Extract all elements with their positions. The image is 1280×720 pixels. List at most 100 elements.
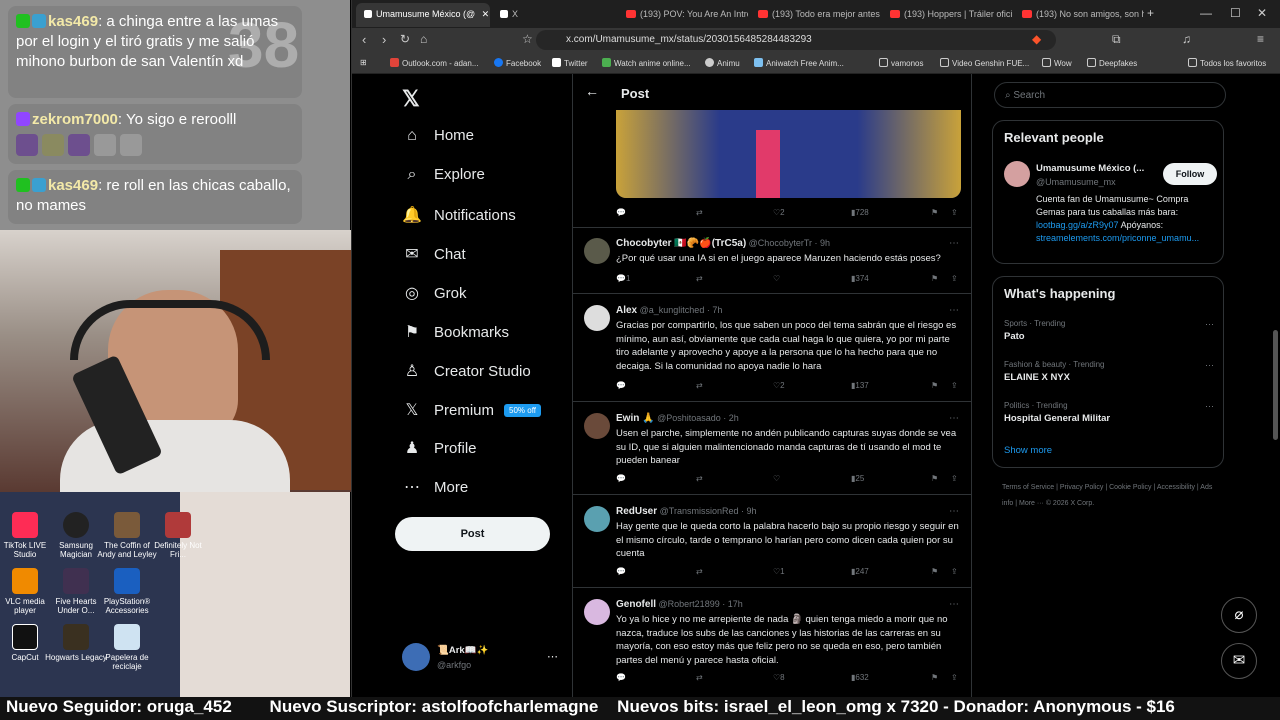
apps-icon[interactable]: ⊞ — [360, 58, 367, 67]
extensions-icon[interactable]: ⧉ — [1112, 32, 1121, 47]
bookmark-icon[interactable]: ⚑ — [931, 673, 938, 682]
bookmark-folder[interactable]: Deepfakes — [1087, 58, 1137, 68]
account-menu-icon[interactable]: ⋯ — [547, 650, 558, 663]
share-icon[interactable]: ⇪ — [951, 208, 958, 217]
share-icon[interactable]: ⇪ — [951, 673, 958, 682]
nav-more[interactable]: ⋯ More — [402, 477, 468, 507]
trend-item[interactable]: Politics · Trending Hospital General Mili… — [1004, 401, 1214, 424]
retweet-icon[interactable]: ⇄ — [696, 208, 703, 217]
more-icon[interactable]: ⋯ — [949, 599, 959, 610]
person-name[interactable]: Umamusume México (... — [1036, 163, 1144, 174]
bookmark-item[interactable]: Twitter — [552, 58, 588, 68]
like-icon[interactable]: ♡ — [773, 474, 780, 483]
desktop-icon[interactable]: PlayStation® Accessories — [96, 568, 158, 615]
nav-premium[interactable]: 𝕏 Premium 50% off — [402, 400, 541, 430]
bookmark-item[interactable]: Watch anime online... — [602, 58, 691, 68]
desktop-icon[interactable]: Definitely Not Fri... — [147, 512, 209, 559]
retweet-icon[interactable]: ⇄ — [696, 673, 703, 682]
share-icon[interactable]: ⇪ — [951, 567, 958, 576]
like-icon[interactable]: ♡ 1 — [773, 567, 785, 576]
bookmark-icon[interactable]: ⚑ — [931, 567, 938, 576]
menu-icon[interactable]: ≡ — [1257, 32, 1264, 46]
tab-youtube-3[interactable]: (193) Hoppers | Tráiler ofici — [882, 3, 1012, 27]
reply-icon[interactable]: 💬 — [616, 567, 626, 576]
bio-link[interactable]: streamelements.com/priconne_umamu... — [1036, 233, 1199, 243]
scrollbar[interactable] — [1273, 330, 1278, 440]
share-icon[interactable]: ⇪ — [951, 474, 958, 483]
reply-icon[interactable]: 💬 — [616, 208, 626, 217]
views-count[interactable]: ▮ 728 — [851, 208, 869, 217]
reload-icon[interactable]: ↻ — [400, 32, 410, 46]
more-icon[interactable]: ⋯ — [949, 413, 959, 424]
nav-explore[interactable]: ⌕ Explore — [402, 166, 485, 196]
close-window-icon[interactable]: ✕ — [1257, 6, 1267, 20]
bookmark-icon[interactable]: ⚑ — [931, 381, 938, 390]
views-count[interactable]: ▮ 25 — [851, 474, 864, 483]
retweet-icon[interactable]: ⇄ — [696, 381, 703, 390]
minimize-icon[interactable]: — — [1200, 6, 1212, 20]
bookmark-icon[interactable]: ⚑ — [931, 274, 938, 283]
desktop-icon[interactable]: Papelera de reciclaje — [96, 624, 158, 671]
like-button[interactable]: ♡ 2 — [773, 208, 785, 217]
views-count[interactable]: ▮ 247 — [851, 567, 869, 576]
more-icon[interactable]: ⋯ — [1205, 360, 1214, 371]
bookmark-folder[interactable]: Todos los favoritos — [1188, 58, 1266, 68]
views-count[interactable]: ▮ 632 — [851, 673, 869, 682]
more-icon[interactable]: ⋯ — [1205, 401, 1214, 412]
reply-tweet[interactable]: Ewin 🙏 @Poshitoasado · 2h ⋯ Usen el parc… — [573, 403, 971, 495]
reply-tweet[interactable]: Chocobyter 🇲🇽🥐🍎(TrC5a) @ChocobyterTr · 9… — [573, 228, 971, 294]
brave-shield-icon[interactable]: ◆ — [1032, 32, 1041, 46]
reply-icon[interactable]: 💬 — [616, 381, 626, 390]
reply-icon[interactable]: 💬 1 — [616, 274, 630, 283]
retweet-icon[interactable]: ⇄ — [696, 474, 703, 483]
nav-chat[interactable]: ✉ Chat — [402, 244, 465, 274]
views-count[interactable]: ▮ 374 — [851, 274, 869, 283]
reply-tweet[interactable]: Alex @a_kunglitched · 7h ⋯ Gracias por c… — [573, 295, 971, 402]
nav-grok[interactable]: ◎ Grok — [402, 283, 467, 313]
nav-bookmarks[interactable]: ⚑ Bookmarks — [402, 322, 509, 352]
like-icon[interactable]: ♡ — [773, 274, 780, 283]
avatar[interactable] — [584, 599, 610, 625]
x-logo-icon[interactable]: 𝕏 — [402, 86, 420, 112]
tab-x[interactable]: X — [492, 3, 612, 27]
new-tab-icon[interactable]: + — [1147, 6, 1154, 20]
forward-icon[interactable]: › — [382, 32, 386, 47]
avatar[interactable] — [1004, 161, 1030, 187]
tab-youtube-4[interactable]: (193) No son amigos, son h — [1014, 3, 1144, 27]
retweet-icon[interactable]: ⇄ — [696, 274, 703, 283]
tab-youtube-2[interactable]: (193) Todo era mejor antes — [750, 3, 880, 27]
post-image[interactable] — [616, 110, 961, 198]
share-icon[interactable]: ⇪ — [951, 274, 958, 283]
follow-button[interactable]: Follow — [1163, 163, 1217, 185]
more-icon[interactable]: ⋯ — [949, 506, 959, 517]
avatar[interactable] — [402, 643, 430, 671]
trend-item[interactable]: Fashion & beauty · Trending ELAINE X NYX ⋯ — [1004, 360, 1214, 383]
show-more-link[interactable]: Show more — [1004, 445, 1052, 456]
bookmark-folder[interactable]: Video Genshin FUE... — [940, 58, 1029, 68]
address-bar[interactable]: x.com/Umamusume_mx/status/20301564852844… — [536, 30, 1056, 50]
bookmark-item[interactable]: Outlook.com - adan... — [390, 58, 478, 68]
grok-icon[interactable]: ⌀ — [1221, 597, 1257, 633]
search-input[interactable]: ⌕ Search — [994, 82, 1226, 108]
maximize-icon[interactable]: ☐ — [1230, 6, 1241, 20]
nav-home[interactable]: ⌂ Home — [402, 127, 474, 157]
views-count[interactable]: ▮ 137 — [851, 381, 869, 390]
nav-notifications[interactable]: 🔔 Notifications — [402, 205, 516, 235]
bookmark-item[interactable]: Facebook — [494, 58, 541, 68]
bookmark-folder[interactable]: Wow — [1042, 58, 1072, 68]
reply-tweet[interactable]: Genofell @Robert21899 · 17h ⋯ Yo ya lo h… — [573, 589, 971, 697]
retweet-icon[interactable]: ⇄ — [696, 567, 703, 576]
bookmark-icon[interactable]: ⚑ — [931, 474, 938, 483]
more-icon[interactable]: ⋯ — [1205, 319, 1214, 330]
like-icon[interactable]: ♡ 2 — [773, 381, 785, 390]
avatar[interactable] — [584, 413, 610, 439]
reply-icon[interactable]: 💬 — [616, 474, 626, 483]
footer-links[interactable]: Terms of Service | Privacy Policy | Cook… — [1002, 480, 1217, 512]
bio-link[interactable]: lootbag.gg/a/zR9y07 — [1036, 220, 1119, 230]
post-button[interactable]: Post — [395, 517, 550, 551]
home-icon[interactable]: ⌂ — [420, 32, 427, 46]
nav-creator-studio[interactable]: ♙ Creator Studio — [402, 361, 531, 391]
bookmark-item[interactable]: Aniwatch Free Anim... — [754, 58, 844, 68]
avatar[interactable] — [584, 238, 610, 264]
reply-tweet[interactable]: RedUser @TransmissionRed · 9h ⋯ Hay gent… — [573, 496, 971, 588]
